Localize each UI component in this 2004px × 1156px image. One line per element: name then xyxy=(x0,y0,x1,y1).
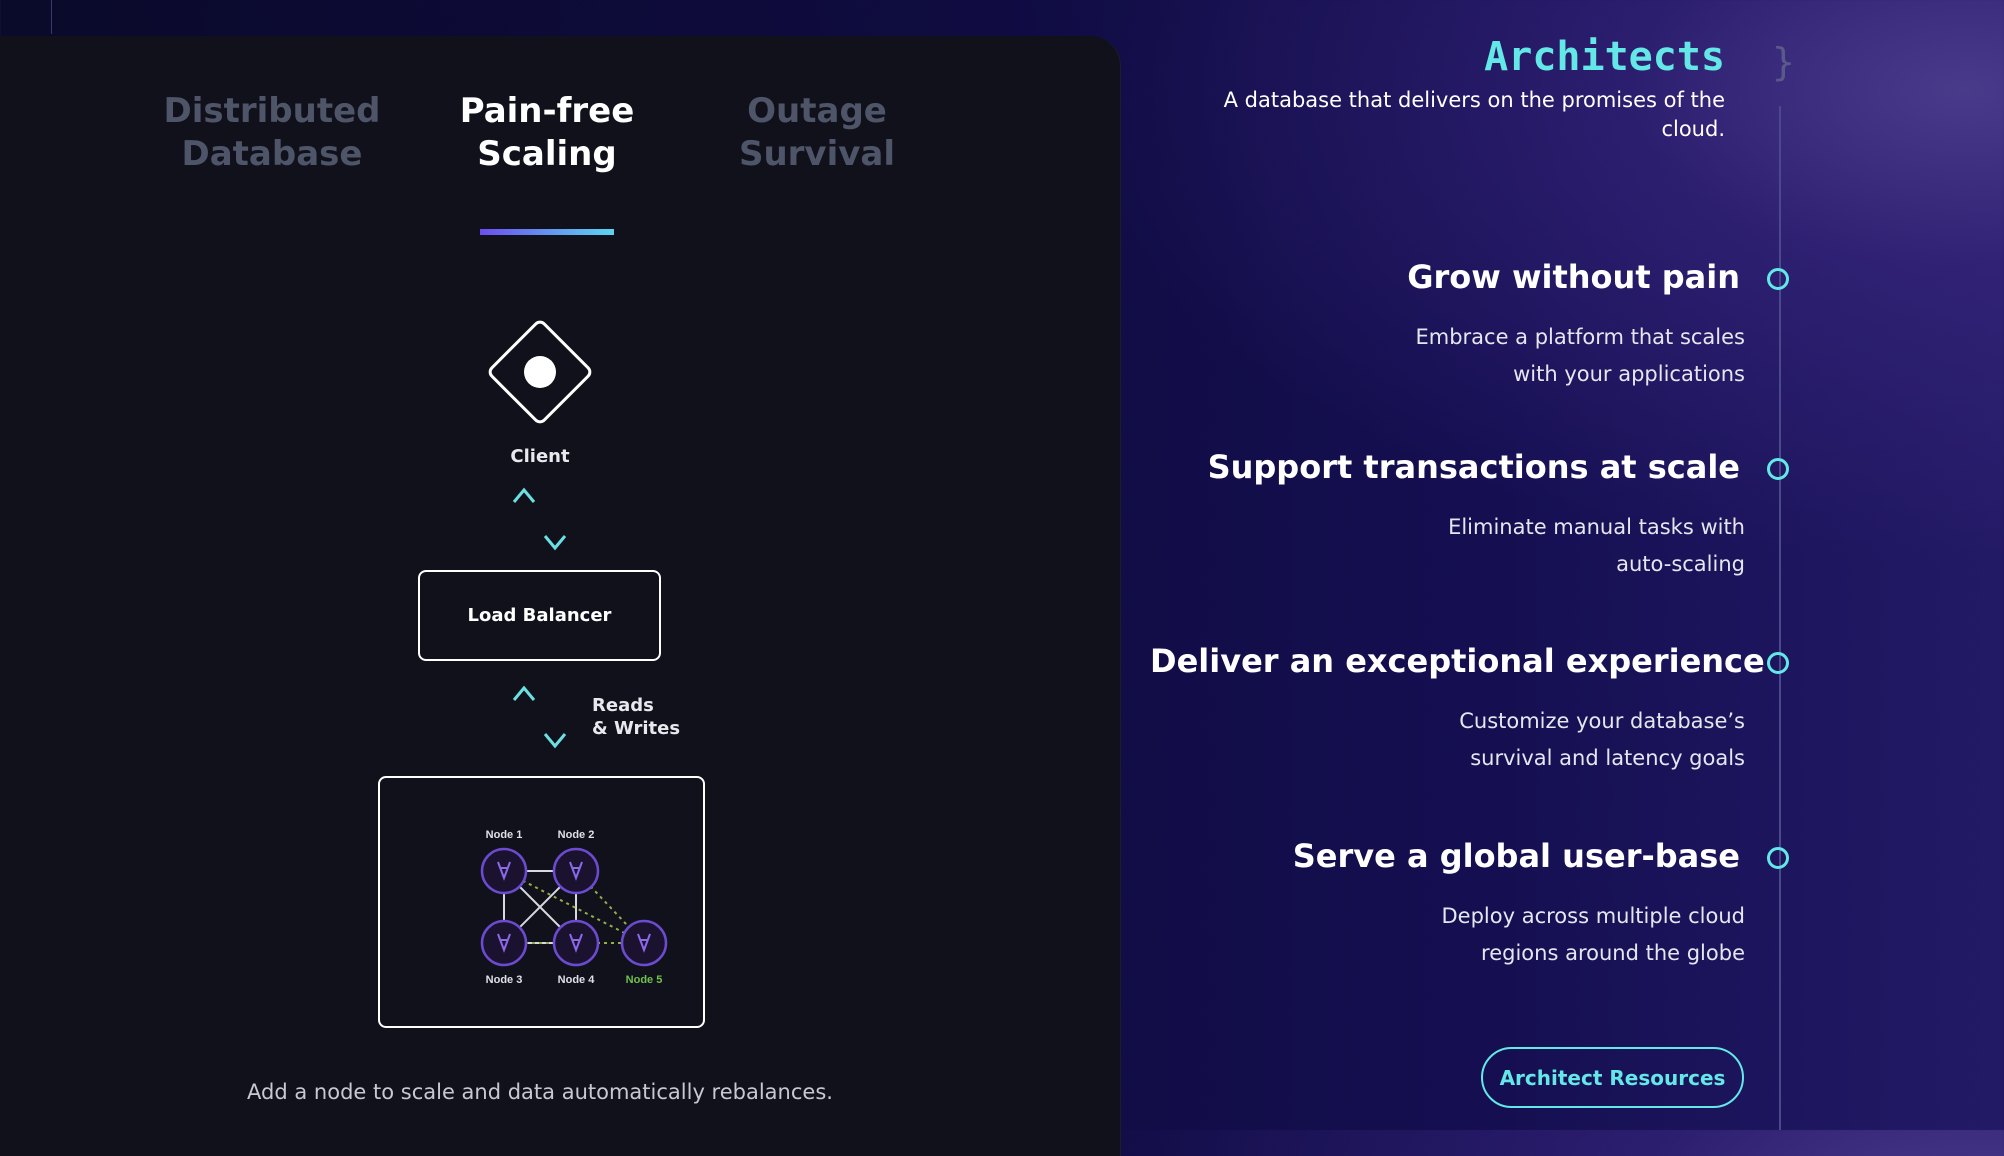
section-title: Architects xyxy=(1484,34,1725,80)
subtitle-line1: A database that delivers on the promises… xyxy=(1223,88,1725,112)
tab-label-line2: Scaling xyxy=(477,134,617,174)
tab-label-line2: Survival xyxy=(738,134,896,174)
feature-description: Customize your database’s survival and l… xyxy=(1300,703,1745,777)
reads-writes-label: Reads & Writes xyxy=(592,694,680,740)
tab-label-line1: Distributed xyxy=(163,91,381,131)
bidirectional-arrows-icon xyxy=(512,685,567,749)
feature-title: Serve a global user-base xyxy=(1292,837,1740,875)
timeline-dot-icon xyxy=(1767,458,1789,480)
node-label: Node 4 xyxy=(558,974,596,986)
load-balancer-box: Load Balancer xyxy=(418,570,661,661)
tab-label-line2: Database xyxy=(181,134,363,174)
desc-line1: Deploy across multiple cloud xyxy=(1441,904,1746,928)
timeline-dot-icon xyxy=(1767,268,1789,290)
feature-title: Grow without pain xyxy=(1407,258,1740,296)
desc-line1: Embrace a platform that scales xyxy=(1415,325,1745,349)
section-subtitle: A database that delivers on the promises… xyxy=(1180,86,1725,144)
desc-line2: regions around the globe xyxy=(1481,941,1745,965)
node-label: Node 1 xyxy=(486,829,523,841)
writes-label: & Writes xyxy=(592,718,681,739)
timeline-line xyxy=(1779,106,1781,1130)
node-label-new: Node 5 xyxy=(626,974,663,986)
top-divider xyxy=(51,0,52,34)
client-icon xyxy=(488,320,592,424)
active-tab-indicator xyxy=(480,229,614,235)
timeline-dot-icon xyxy=(1767,652,1789,674)
reads-label: Reads xyxy=(592,695,654,716)
timeline-dot-icon xyxy=(1767,847,1789,869)
feature-title: Deliver an exceptional experience xyxy=(1150,642,1765,680)
desc-line1: Eliminate manual tasks with xyxy=(1448,515,1745,539)
bidirectional-arrows-icon xyxy=(512,487,567,551)
button-label: Architect Resources xyxy=(1499,1065,1726,1090)
desc-line2: with your applications xyxy=(1513,362,1745,386)
tab-label-line1: Outage xyxy=(747,91,887,131)
tab-pain-free-scaling[interactable]: Pain-free Scaling xyxy=(417,90,677,176)
brace-decoration: } xyxy=(1772,40,1795,84)
tab-outage-survival[interactable]: Outage Survival xyxy=(687,90,947,176)
feature-description: Deploy across multiple cloud regions aro… xyxy=(1300,898,1746,972)
subtitle-line2: cloud. xyxy=(1661,117,1725,141)
diagram-caption: Add a node to scale and data automatical… xyxy=(247,1080,833,1104)
feature-title: Support transactions at scale xyxy=(1207,448,1740,486)
node-label: Node 2 xyxy=(558,829,595,841)
node-cluster-diagram: Node 1 Node 2 Node 3 Node 4 Node 5 xyxy=(480,829,668,986)
desc-line2: auto-scaling xyxy=(1616,552,1745,576)
architect-resources-button[interactable]: Architect Resources xyxy=(1481,1047,1744,1108)
desc-line2: survival and latency goals xyxy=(1470,746,1745,770)
feature-description: Eliminate manual tasks with auto-scaling xyxy=(1300,509,1745,583)
desc-line1: Customize your database’s xyxy=(1459,709,1745,733)
node-label: Node 3 xyxy=(486,974,523,986)
feature-description: Embrace a platform that scales with your… xyxy=(1300,319,1745,393)
tab-distributed-database[interactable]: Distributed Database xyxy=(142,90,402,176)
client-label: Client xyxy=(510,446,570,467)
load-balancer-label: Load Balancer xyxy=(467,605,612,626)
tab-label-line1: Pain-free xyxy=(459,91,635,131)
